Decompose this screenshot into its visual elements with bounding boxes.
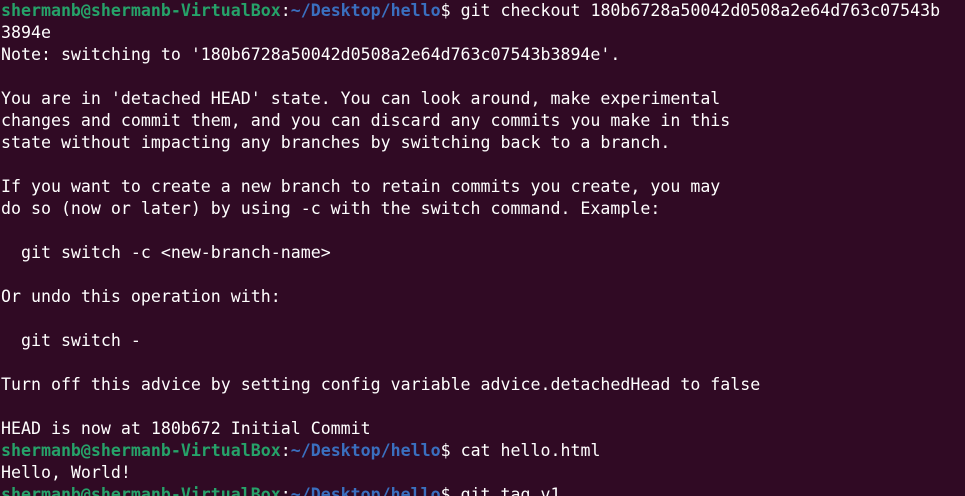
prompt-colon: : (280, 1, 291, 20)
output-line: Note: switching to '180b6728a50042d0508a… (1, 45, 621, 64)
prompt-user: shermanb@shermanb-VirtualBox (1, 485, 281, 496)
prompt-dollar: $ (440, 441, 461, 460)
command-text: git checkout 180b6728a50042d0508a2e64d76… (460, 1, 941, 20)
output-line: HEAD is now at 180b672 Initial Commit (1, 419, 371, 438)
output-line: If you want to create a new branch to re… (1, 177, 721, 196)
prompt-dollar: $ (440, 485, 461, 496)
output-line: Turn off this advice by setting config v… (1, 375, 761, 394)
output-line: Or undo this operation with: (1, 287, 281, 306)
prompt-user: shermanb@shermanb-VirtualBox (1, 441, 281, 460)
output-line: You are in 'detached HEAD' state. You ca… (1, 89, 721, 108)
prompt-line-1: shermanb@shermanb-VirtualBox:~/Desktop/h… (1, 0, 965, 22)
command-wrap: 3894e (1, 23, 51, 42)
prompt-path: ~/Desktop/hello (290, 1, 441, 20)
prompt-dollar: $ (440, 1, 461, 20)
output-line: git switch - (1, 331, 141, 350)
output-line: changes and commit them, and you can dis… (1, 111, 731, 130)
prompt-line-2: shermanb@shermanb-VirtualBox:~/Desktop/h… (1, 440, 965, 462)
prompt-path: ~/Desktop/hello (290, 441, 441, 460)
prompt-colon: : (280, 441, 291, 460)
prompt-colon: : (280, 485, 291, 496)
prompt-path: ~/Desktop/hello (290, 485, 441, 496)
terminal-window[interactable]: shermanb@shermanb-VirtualBox:~/Desktop/h… (0, 0, 965, 496)
output-line: Hello, World! (1, 463, 131, 482)
prompt-user: shermanb@shermanb-VirtualBox (1, 1, 281, 20)
output-line: do so (now or later) by using -c with th… (1, 199, 661, 218)
prompt-line-3: shermanb@shermanb-VirtualBox:~/Desktop/h… (1, 484, 965, 496)
output-line: git switch -c <new-branch-name> (1, 243, 331, 262)
command-text: git tag v1 (460, 485, 561, 496)
command-text: cat hello.html (460, 441, 601, 460)
output-line: state without impacting any branches by … (1, 133, 671, 152)
